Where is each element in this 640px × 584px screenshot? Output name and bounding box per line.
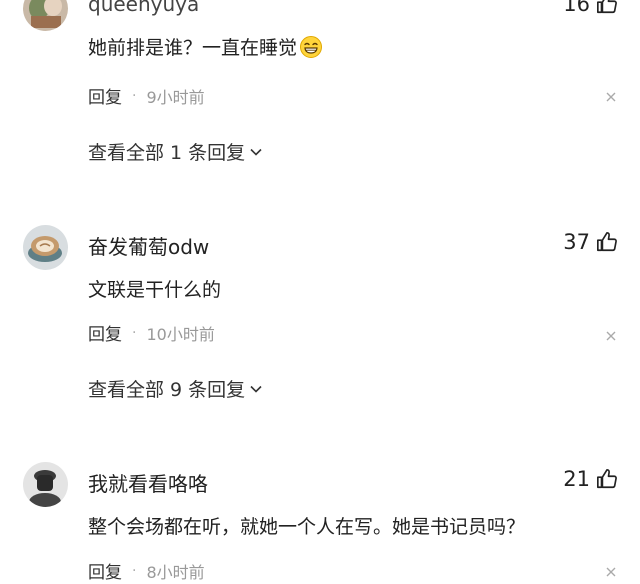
like-count: 21 [563,467,590,491]
chevron-down-icon [250,148,262,156]
comment-username[interactable]: queenyuya [88,0,199,16]
view-replies-label: 查看全部 1 条回复 [88,142,246,164]
avatar[interactable] [23,225,68,270]
like-button[interactable]: 37 [563,230,618,254]
comment-time: 9小时前 [146,87,205,107]
comment-meta: 回复 · 9小时前 [88,83,205,109]
thumbs-up-icon [597,232,617,252]
close-icon[interactable] [606,331,616,341]
view-replies-label: 查看全部 9 条回复 [88,379,246,401]
reply-button[interactable]: 回复 [88,83,122,108]
like-button[interactable]: 21 [563,467,618,491]
comment-meta: 回复 · 10小时前 [88,320,215,346]
separator-dot: · [132,324,137,341]
comment-username[interactable]: 我就看看咯咯 [88,468,208,497]
comment-item: queenyuya 16 她前排是谁？一直在睡觉 回复 · 9小时前 查看全部 … [0,0,640,190]
avatar[interactable] [23,462,68,507]
comment-text: 她前排是谁？一直在睡觉 [88,33,323,60]
separator-dot: · [132,562,137,579]
chevron-down-icon [250,385,262,393]
comment-time: 10小时前 [146,324,215,344]
comment-username[interactable]: 奋发葡萄odw [88,231,209,260]
comment-text: 整个会场都在听，就她一个人在写。她是书记员吗？ [88,516,526,538]
thumbs-up-icon [597,469,617,489]
like-button[interactable]: 16 [563,0,618,16]
like-count: 37 [563,230,590,254]
view-replies-button[interactable]: 查看全部 9 条回复 [88,375,263,402]
close-icon[interactable] [606,92,616,102]
comment-text: 文联是干什么的 [88,279,222,301]
thumbs-up-icon [597,0,617,14]
view-replies-button[interactable]: 查看全部 1 条回复 [88,138,263,165]
grin-emoji-icon [300,35,323,58]
reply-button[interactable]: 回复 [88,558,122,583]
comment-item: 我就看看咯咯 21 整个会场都在听，就她一个人在写。她是书记员吗？ 回复 · 8… [0,455,640,584]
comment-item: 奋发葡萄odw 37 文联是干什么的 回复 · 10小时前 查看全部 9 条回复 [0,220,640,420]
comment-time: 8小时前 [146,562,205,582]
reply-button[interactable]: 回复 [88,320,122,345]
close-icon[interactable] [606,567,616,577]
comment-meta: 回复 · 8小时前 [88,558,205,584]
like-count: 16 [563,0,590,16]
separator-dot: · [132,87,137,104]
avatar[interactable] [23,0,68,31]
